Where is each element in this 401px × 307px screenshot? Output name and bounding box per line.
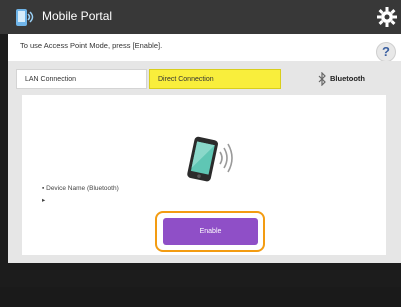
instruction-text: To use Access Point Mode, press [Enable]…	[20, 41, 163, 50]
instruction-bar: To use Access Point Mode, press [Enable]…	[8, 34, 401, 61]
title-bar: Mobile Portal	[0, 0, 401, 34]
tab-direct-connection[interactable]: Direct Connection	[149, 69, 281, 89]
bluetooth-icon	[318, 72, 326, 86]
footer-bar	[0, 287, 401, 307]
help-button[interactable]: ?	[376, 42, 396, 62]
mobile-portal-icon	[16, 9, 34, 26]
enable-button[interactable]: Enable	[163, 218, 258, 245]
smartphone-wireless-icon	[187, 136, 233, 182]
connection-tabs: LAN Connection Direct Connection Bluetoo…	[8, 69, 401, 91]
mobile-portal-screen: Mobile Portal To use Access Point Mode, …	[0, 0, 401, 307]
device-name-value: ▸	[42, 197, 46, 204]
device-name-label: ▪ Device Name (Bluetooth)	[42, 185, 119, 192]
tab-lan-connection[interactable]: LAN Connection	[16, 69, 147, 89]
page-title: Mobile Portal	[42, 9, 113, 23]
tab-bluetooth[interactable]: Bluetooth	[330, 74, 365, 83]
gear-icon[interactable]	[376, 6, 398, 28]
